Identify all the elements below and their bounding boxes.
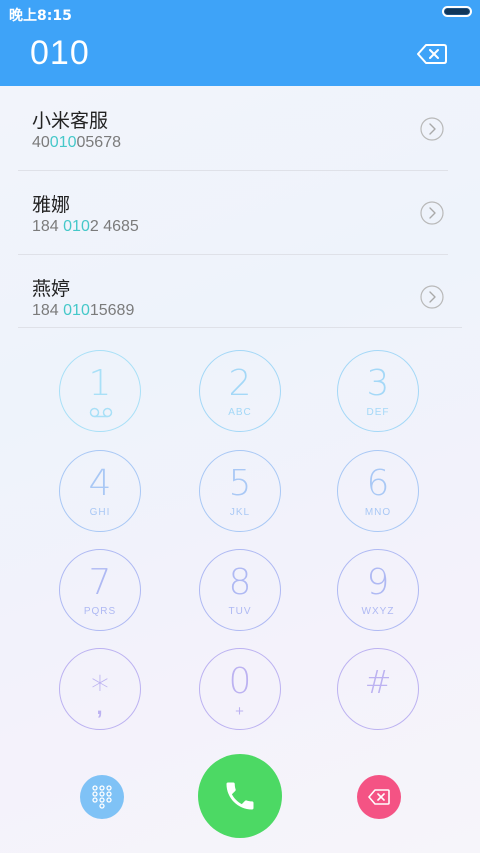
key-hash[interactable]: # [337, 648, 419, 730]
chevron-right-circle-icon[interactable] [420, 201, 444, 225]
key-9[interactable]: 9 WXYZ [337, 549, 419, 631]
voicemail-icon [89, 407, 113, 418]
phone-icon [226, 782, 254, 810]
key-7[interactable]: 7 PQRS [59, 549, 141, 631]
call-button[interactable] [198, 754, 282, 838]
battery-icon [442, 6, 472, 17]
key-3[interactable]: 3 DEF [337, 350, 419, 432]
key-4[interactable]: 4 GHI [59, 450, 141, 532]
contact-number: 184 01015689 [32, 302, 135, 319]
key-star[interactable]: * , [59, 648, 141, 730]
status-time: 晚上8:15 [9, 8, 72, 24]
key-8[interactable]: 8 TUV [199, 549, 281, 631]
key-6[interactable]: 6 MNO [337, 450, 419, 532]
backspace-icon [368, 789, 390, 805]
key-2[interactable]: 2 ABC [199, 350, 281, 432]
dialed-number[interactable]: 010 [30, 34, 90, 73]
contact-item[interactable]: 燕婷 184 01015689 [18, 254, 448, 338]
chevron-right-circle-icon[interactable] [420, 285, 444, 309]
keypad-grid-icon [92, 785, 112, 809]
key-5[interactable]: 5 JKL [199, 450, 281, 532]
header-bar: 晚上8:15 010 [0, 0, 480, 86]
key-0[interactable]: 0 + [199, 648, 281, 730]
divider [18, 327, 462, 328]
contact-item[interactable]: 雅娜 184 0102 4685 [18, 170, 448, 254]
delete-button[interactable] [357, 775, 401, 819]
key-1[interactable]: 1 [59, 350, 141, 432]
chevron-right-circle-icon[interactable] [420, 117, 444, 141]
keypad-toggle-button[interactable] [80, 775, 124, 819]
contact-name: 雅娜 [32, 194, 71, 216]
contact-name: 小米客服 [32, 110, 109, 132]
contact-name: 燕婷 [32, 278, 71, 300]
contact-number: 4001005678 [32, 134, 121, 151]
contact-number: 184 0102 4685 [32, 218, 139, 235]
backspace-icon[interactable] [417, 44, 447, 64]
contact-item[interactable]: 小米客服 4001005678 [18, 86, 448, 170]
